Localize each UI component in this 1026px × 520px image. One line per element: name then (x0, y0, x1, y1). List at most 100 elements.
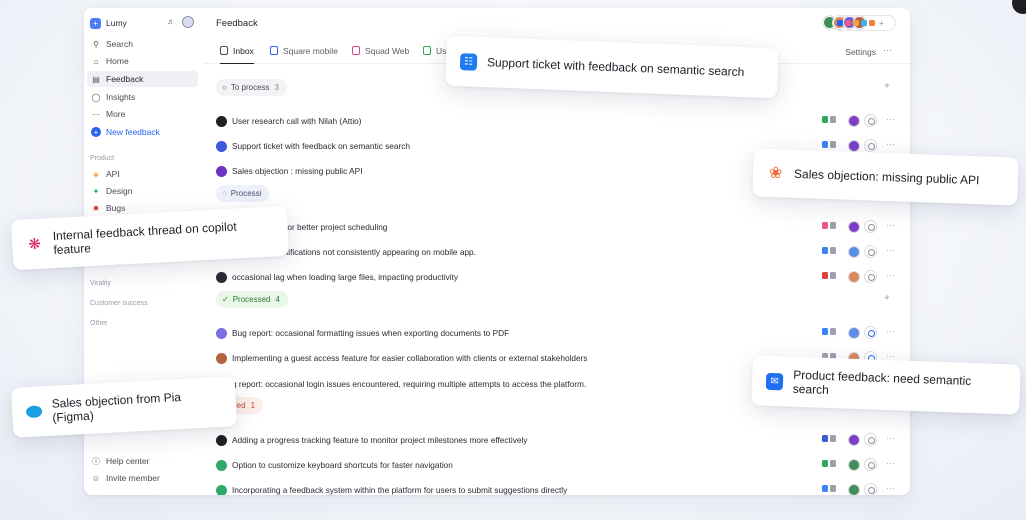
nav-invite-member[interactable]: ☺ Invite member (87, 470, 198, 486)
source-avatar-icon (216, 140, 227, 152)
feedback-row[interactable]: occasional lag when loading large files,… (216, 267, 900, 287)
bell-icon[interactable]: ♬ (167, 17, 177, 27)
row-more-icon[interactable]: ··· (886, 326, 895, 336)
status-toggle-icon[interactable] (864, 220, 877, 233)
integration-icon (822, 141, 828, 148)
nav-api[interactable]: ◈ API (87, 166, 198, 182)
feedback-row[interactable]: Adding a progress tracking feature to mo… (216, 430, 900, 450)
circle-icon: ○ (222, 83, 227, 92)
feedback-title: User research call with Nilah (Attio) (232, 116, 362, 126)
nav-help-label: Help center (106, 456, 150, 466)
owner-avatar[interactable] (848, 115, 860, 127)
row-more-icon[interactable]: ··· (886, 270, 895, 280)
owner-avatar[interactable] (848, 484, 860, 495)
feedback-title: Incorporating a feedback system within t… (232, 485, 568, 495)
nav-design[interactable]: ✦ Design (87, 183, 198, 199)
tab-square-mobile[interactable]: Square mobile (270, 46, 338, 64)
invite-icon: ☺ (91, 473, 101, 483)
tab-us[interactable]: Us (423, 46, 446, 64)
integrations-pill[interactable]: + (832, 15, 896, 31)
tab-inbox[interactable]: Inbox (220, 46, 254, 64)
salesforce-icon (25, 405, 43, 419)
slack-card-text: Internal feedback thread on copilot feat… (52, 219, 238, 258)
row-more-icon[interactable]: ··· (886, 458, 895, 468)
owner-avatar[interactable] (848, 327, 860, 339)
source-icons (822, 328, 836, 335)
nav-search-label: Search (106, 39, 133, 49)
row-more-icon[interactable]: ··· (886, 483, 895, 493)
integration-icon (830, 272, 836, 279)
feedback-row[interactable]: Bug report: Notifications not consistent… (216, 242, 900, 262)
owner-avatar[interactable] (848, 434, 860, 446)
add-to-group-icon[interactable]: + (884, 81, 890, 92)
owner-avatar[interactable] (848, 246, 860, 258)
integration-icon (822, 222, 828, 229)
tab-inbox-label: Inbox (233, 46, 254, 56)
row-more-icon[interactable]: ··· (886, 245, 895, 255)
source-icons (822, 141, 836, 148)
more-icon: ⋯ (92, 109, 100, 119)
section-virality-label[interactable]: Virality (90, 280, 111, 287)
plus-icon: + (879, 18, 884, 28)
feedback-row[interactable]: calendar view for better project schedul… (216, 217, 900, 237)
status-toggle-icon[interactable] (864, 114, 877, 127)
source-avatar-icon (216, 165, 227, 177)
row-more-icon[interactable]: ··· (886, 139, 895, 149)
nav-bugs-label: Bugs (106, 203, 126, 213)
group-label: To process (230, 83, 270, 92)
mail-card[interactable]: ✉ Product feedback: need semantic search (751, 355, 1021, 415)
group-to-process[interactable]: ○ To process 3 (216, 79, 287, 96)
nav-feedback[interactable]: ▤ Feedback (87, 71, 198, 87)
tab-squad-web[interactable]: Squad Web (352, 46, 409, 64)
owner-avatar[interactable] (848, 140, 860, 152)
workspace-switcher[interactable]: + Lumy ♬ (90, 15, 198, 31)
status-toggle-icon[interactable] (864, 326, 877, 339)
source-avatar-icon (216, 484, 227, 495)
status-toggle-icon[interactable] (864, 139, 877, 152)
feedback-row[interactable]: User research call with Nilah (Attio) ··· (216, 111, 900, 131)
nav-more[interactable]: ⋯ More (87, 106, 198, 122)
group-processed[interactable]: ✓ Processed 4 (216, 291, 288, 308)
nav-home[interactable]: ⌂ Home (87, 53, 198, 69)
tabs-more-icon[interactable]: ··· (883, 45, 892, 55)
status-toggle-icon[interactable] (864, 433, 877, 446)
integration-icon (853, 20, 859, 26)
tab-icon (423, 46, 431, 55)
user-avatar[interactable] (182, 16, 194, 28)
settings-link[interactable]: Settings (845, 47, 876, 57)
hubspot-icon: ❀ (768, 164, 783, 183)
nav-search[interactable]: ⚲ Search (87, 36, 198, 52)
source-icons (822, 247, 836, 254)
section-customer-success-label[interactable]: Customer success (90, 300, 148, 307)
status-toggle-icon[interactable] (864, 458, 877, 471)
section-other-label[interactable]: Other (90, 320, 108, 327)
row-more-icon[interactable]: ··· (886, 433, 895, 443)
nav-insights[interactable]: ◯ Insights (87, 89, 198, 105)
owner-avatar[interactable] (848, 459, 860, 471)
source-icons (822, 435, 836, 442)
add-to-group-icon[interactable]: + (884, 293, 890, 304)
integration-icon (830, 116, 836, 123)
hubspot-card[interactable]: ❀ Sales objection: missing public API (752, 148, 1019, 206)
feedback-title: Support ticket with feedback on semantic… (232, 141, 411, 151)
owner-avatar[interactable] (848, 271, 860, 283)
dotted-circle-icon: ◌ (222, 189, 227, 198)
feedback-row[interactable]: Bug report: occasional formatting issues… (216, 323, 900, 343)
nav-help-center[interactable]: ⓘ Help center (87, 453, 198, 469)
new-feedback-button[interactable]: + New feedback (87, 124, 198, 140)
status-toggle-icon[interactable] (864, 483, 877, 495)
row-more-icon[interactable]: ··· (886, 220, 895, 230)
nav-api-label: API (106, 169, 120, 179)
integration-icon (822, 247, 828, 254)
group-count: 1 (250, 401, 256, 410)
nav-feedback-label: Feedback (106, 74, 144, 84)
group-processing[interactable]: ◌ Processi (216, 185, 270, 202)
status-toggle-icon[interactable] (864, 245, 877, 258)
nav-home-label: Home (106, 56, 129, 66)
status-toggle-icon[interactable] (864, 270, 877, 283)
feedback-row[interactable]: Incorporating a feedback system within t… (216, 480, 900, 495)
row-more-icon[interactable]: ··· (886, 114, 895, 124)
integration-icon (830, 460, 836, 467)
feedback-row[interactable]: Option to customize keyboard shortcuts f… (216, 455, 900, 475)
owner-avatar[interactable] (848, 221, 860, 233)
